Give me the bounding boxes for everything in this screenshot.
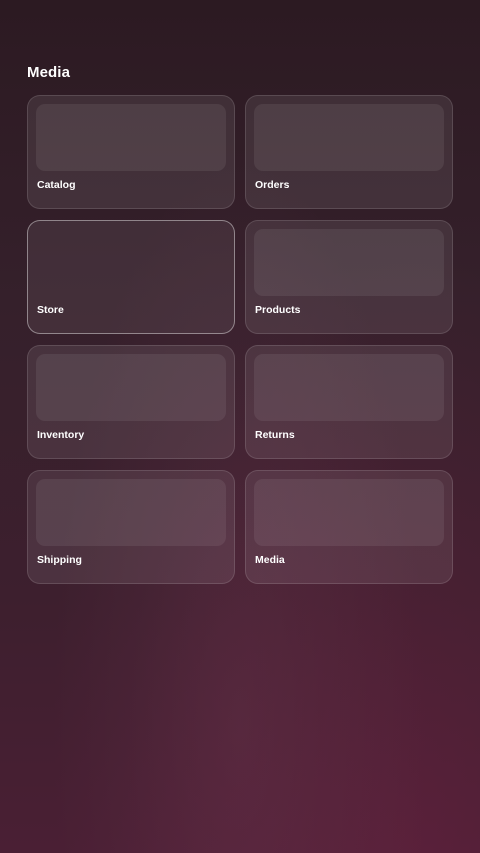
tile-thumbnail [254,229,444,296]
tile-thumbnail [36,354,226,421]
tile-shipping[interactable]: Shipping [27,470,235,584]
tile-products[interactable]: Products [245,220,453,334]
tile-label: Orders [255,179,290,191]
tile-label: Catalog [37,179,76,191]
tile-label: Shipping [37,554,82,566]
tile-thumbnail [36,104,226,171]
tile-catalog[interactable]: Catalog [27,95,235,209]
tile-orders[interactable]: Orders [245,95,453,209]
tile-label: Store [37,304,64,316]
tile-thumbnail [254,104,444,171]
page-title: Media [27,64,71,81]
tile-label: Products [255,304,301,316]
tile-label: Media [255,554,285,566]
tile-returns[interactable]: Returns [245,345,453,459]
tile-media[interactable]: Media [245,470,453,584]
tile-label: Returns [255,429,295,441]
tile-thumbnail [254,354,444,421]
tile-grid: Catalog Orders Store Products Inventory … [27,95,453,584]
tile-label: Inventory [37,429,85,441]
tile-store[interactable]: Store [27,220,235,334]
tile-thumbnail [36,479,226,546]
tile-inventory[interactable]: Inventory [27,345,235,459]
tile-thumbnail [254,479,444,546]
